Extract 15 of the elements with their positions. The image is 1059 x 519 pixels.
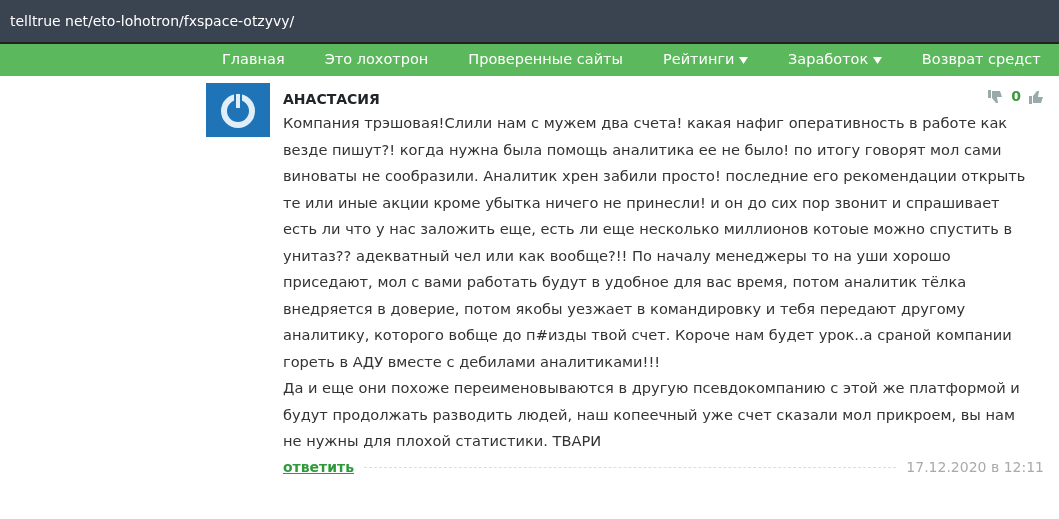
nav-link[interactable]: Главная: [222, 49, 285, 71]
comment-date: 17.12.2020 в 12:11: [906, 457, 1044, 477]
nav-link[interactable]: Проверенные сайты: [468, 49, 623, 71]
nav-link[interactable]: Заработок: [788, 49, 882, 71]
thumbs-up-icon[interactable]: [1029, 89, 1044, 104]
comment-text: Компания трэшовая!Слили нам с мужем два счета! какая нафиг оперативность в работе как везде пишут?! когда нужна была помощь аналитика ее не было! по итогу говорят мол сами виноваты не сообразили. Аналитик хрен забили просто! последние его рекомендации открыть те или иные акции кроме убытка ничего не принесли! и он до сих пор звонит и спрашивает есть ли что у нас заложить еще, есть ли еще несколько миллионов котоые можно спустить в унитаз?? адекватный чел или как вообще?!! По началу менеджеры то на уши хорошо приседают, мол с вами работать будут в удобное для вас время, потом аналитик тёлка внедряется в доверие, потом якобы уезжает в командировку и тебя передают другому аналитику, которого вобще до п#изды твой счет. Короче нам будет урок..а сраной компании гореть в АДУ вместе с дебилами аналитиками!!!: [283, 113, 1027, 372]
vote-score: 0: [1011, 87, 1021, 106]
nav-link[interactable]: Возврат средст: [921, 49, 1041, 71]
nav-link[interactable]: Это лохотрон: [324, 49, 429, 71]
author-name: АНАСТАСИЯ: [283, 90, 380, 109]
thumbs-down-icon[interactable]: [988, 89, 1004, 104]
comment-text: Да и еще они похоже переименовываются в другую псевдокомпанию с этой же платформой и будут продолжать разводить людей, наш копеечный уже счет сказали мол прикроем, вы нам не нужны для плохой статистики. ТВАРИ: [283, 378, 1021, 451]
reply-link[interactable]: ответить: [283, 456, 354, 478]
nav-link[interactable]: Рейтинги: [663, 49, 749, 71]
address-bar-url[interactable]: telltrue net/eto-lohotron/fxspace-otzyvy/: [10, 10, 295, 32]
